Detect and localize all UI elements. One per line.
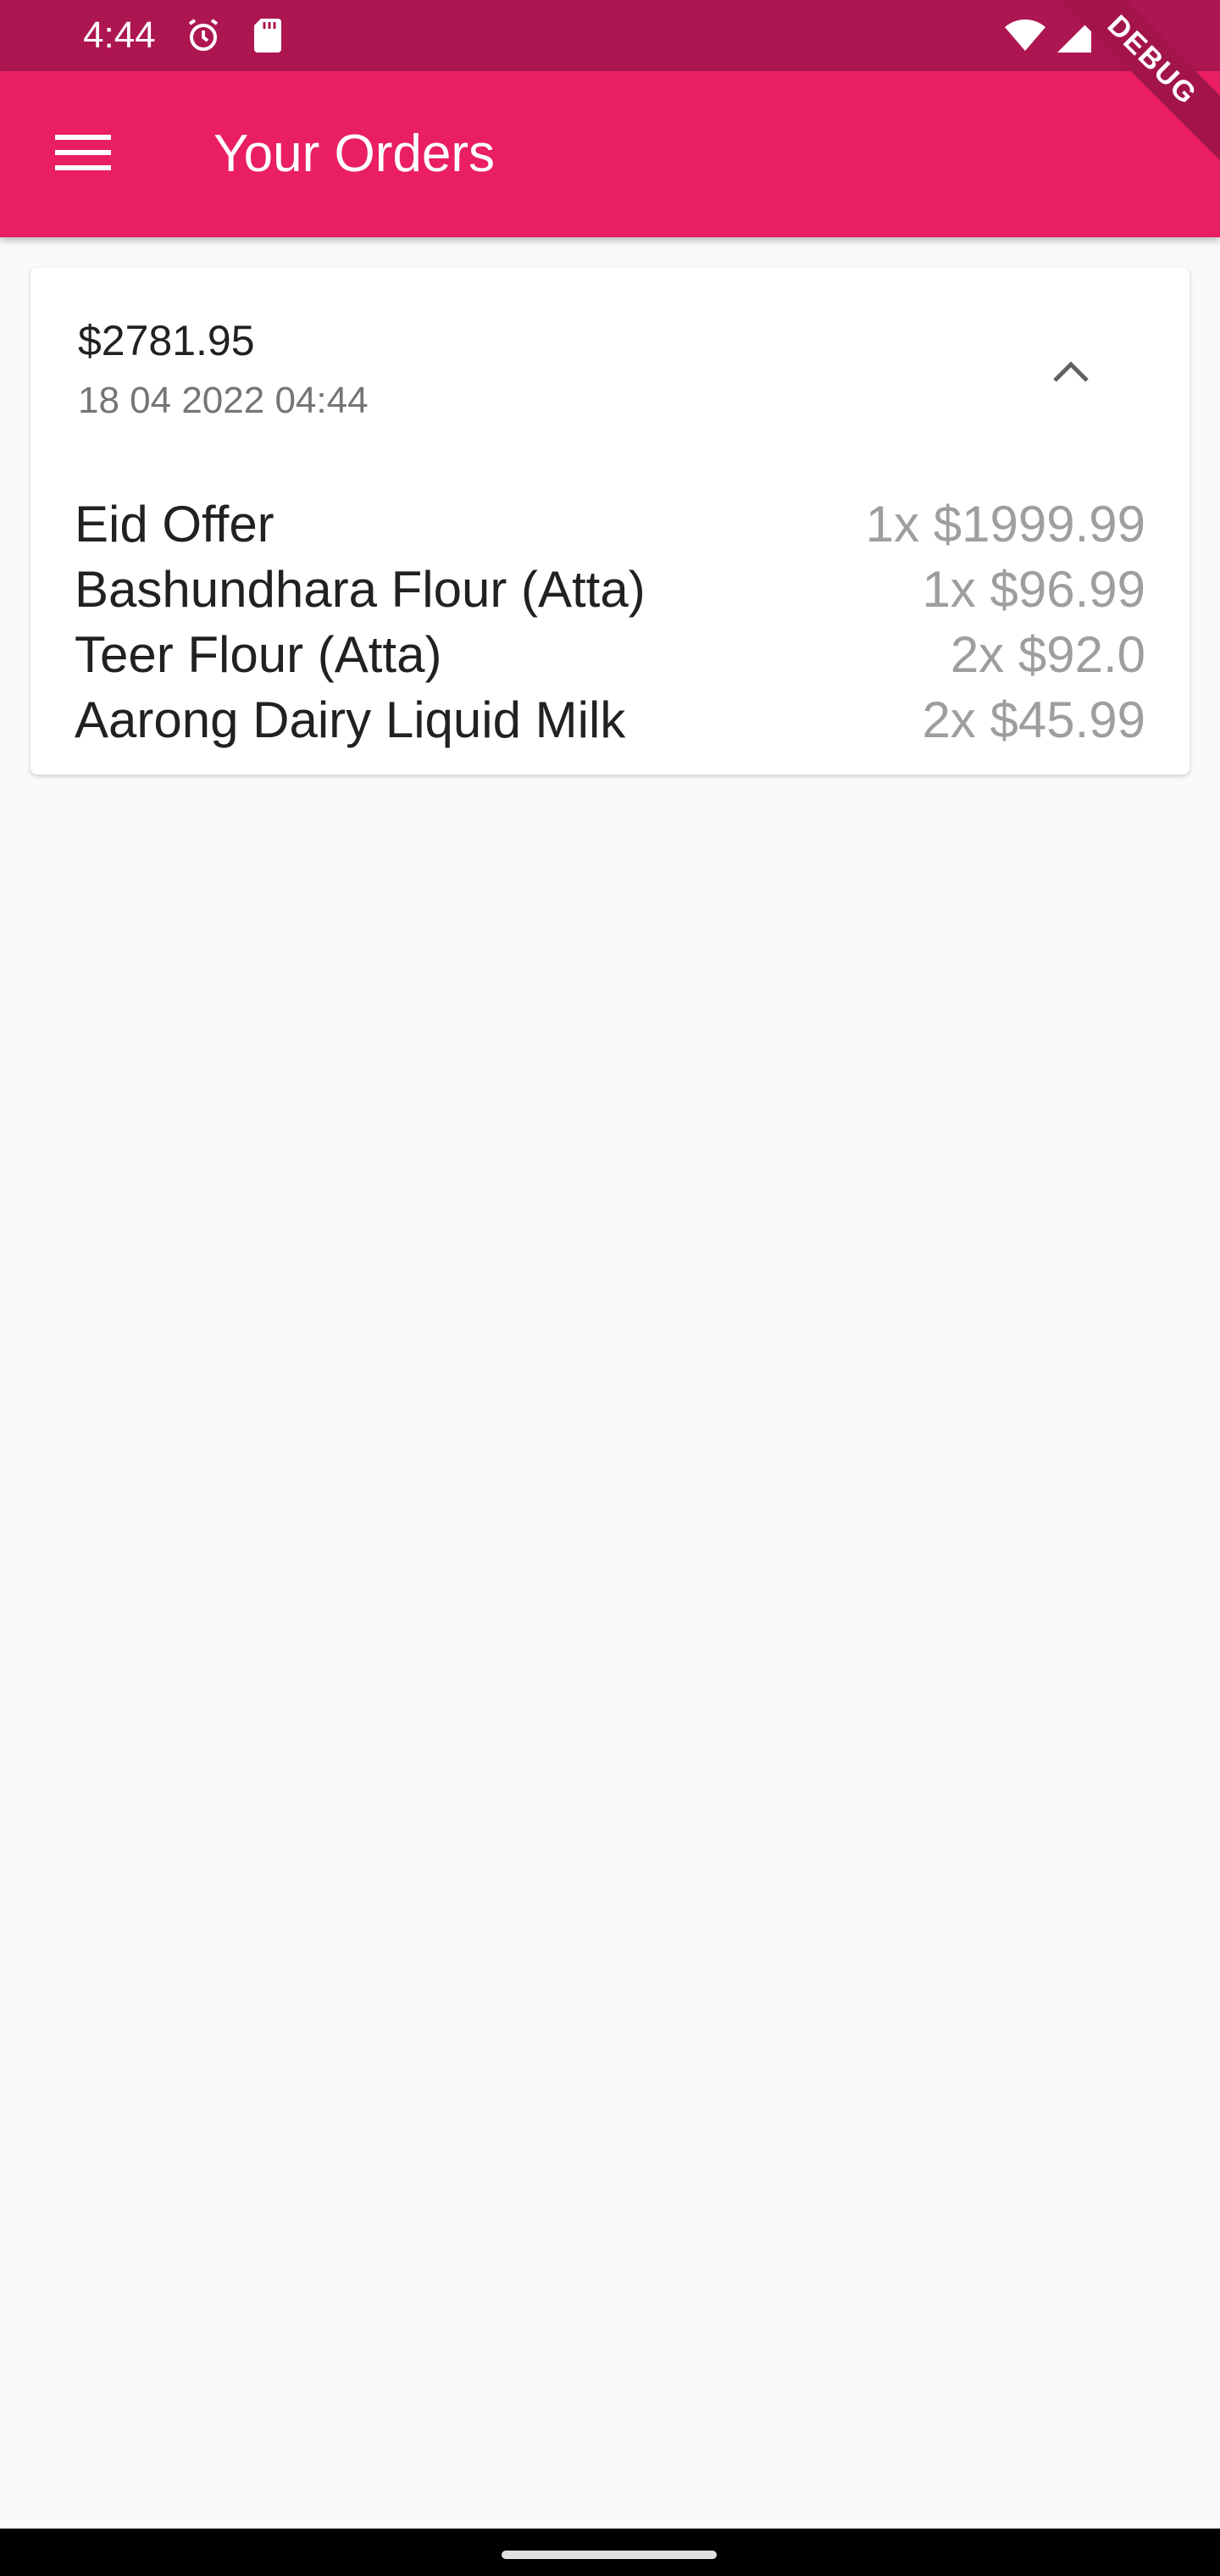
item-name: Teer Flour (Atta) bbox=[75, 626, 442, 683]
item-qty-price: 2x $45.99 bbox=[922, 691, 1145, 748]
list-item: Bashundhara Flour (Atta) 1x $96.99 bbox=[75, 557, 1145, 622]
item-name: Bashundhara Flour (Atta) bbox=[75, 561, 646, 618]
list-item: Teer Flour (Atta) 2x $92.0 bbox=[75, 622, 1145, 687]
menu-icon bbox=[55, 133, 111, 176]
item-qty-price: 2x $92.0 bbox=[950, 626, 1145, 683]
list-item: Eid Offer 1x $1999.99 bbox=[75, 491, 1145, 557]
sd-card-icon bbox=[247, 15, 288, 56]
battery-icon bbox=[1105, 15, 1145, 56]
home-indicator[interactable] bbox=[502, 2551, 717, 2559]
order-items-list: Eid Offer 1x $1999.99 Bashundhara Flour … bbox=[75, 491, 1145, 752]
alarm-icon bbox=[183, 15, 224, 56]
item-name: Aarong Dairy Liquid Milk bbox=[75, 691, 626, 748]
item-name: Eid Offer bbox=[75, 496, 274, 552]
order-card: $2781.95 18 04 2022 04:44 Eid Offer 1x $… bbox=[30, 268, 1190, 774]
menu-button[interactable] bbox=[34, 105, 132, 203]
collapse-order-button[interactable] bbox=[1020, 322, 1122, 424]
order-total: $2781.95 bbox=[78, 317, 255, 364]
order-date: 18 04 2022 04:44 bbox=[78, 380, 369, 421]
status-bar: 4:44 bbox=[0, 0, 1220, 71]
status-time: 4:44 bbox=[83, 14, 156, 56]
signal-icon bbox=[1054, 15, 1095, 56]
page-title: Your Orders bbox=[214, 125, 495, 183]
item-qty-price: 1x $1999.99 bbox=[865, 496, 1145, 552]
chevron-up-icon bbox=[1051, 358, 1090, 388]
item-qty-price: 1x $96.99 bbox=[922, 561, 1145, 618]
app-bar: Your Orders bbox=[0, 71, 1220, 237]
list-item: Aarong Dairy Liquid Milk 2x $45.99 bbox=[75, 687, 1145, 752]
wifi-icon bbox=[1005, 15, 1045, 56]
navigation-bar bbox=[0, 2529, 1220, 2576]
